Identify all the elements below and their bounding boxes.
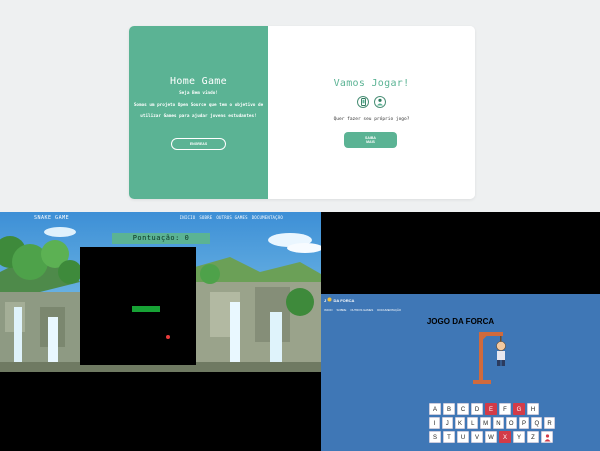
- key-w[interactable]: W: [485, 431, 497, 443]
- key-f[interactable]: F: [499, 403, 511, 415]
- snake-game-board[interactable]: [80, 247, 196, 365]
- hangman-logo[interactable]: J DA FORCA: [324, 297, 354, 303]
- hangman-nav-home[interactable]: INICIO: [324, 308, 333, 312]
- snake-nav-other-games[interactable]: OUTROS GAMES: [216, 215, 247, 220]
- key-z[interactable]: Z: [527, 431, 539, 443]
- food-apple: [166, 335, 170, 339]
- own-game-question: Quer fazer seu próprio jogo?: [333, 117, 410, 122]
- hangman-nav-other-games[interactable]: OUTROS GAMES: [350, 308, 373, 312]
- key-q[interactable]: Q: [531, 417, 543, 429]
- key-l[interactable]: L: [467, 417, 479, 429]
- key-u[interactable]: U: [457, 431, 469, 443]
- hangman-title: JOGO DA FORCA: [426, 317, 495, 326]
- home-game-page: Home Game Seja Bem vindo! Somos um proje…: [0, 0, 600, 212]
- snake-nav-docs[interactable]: DOCUMENTAÇÃO: [252, 215, 283, 220]
- hangman-logo-text: DA FORCA: [333, 298, 355, 303]
- snake-nav-home[interactable]: INICIO: [180, 215, 196, 220]
- key-v[interactable]: V: [471, 431, 483, 443]
- key-o[interactable]: O: [505, 417, 517, 429]
- key-c[interactable]: C: [457, 403, 469, 415]
- key-i[interactable]: I: [429, 417, 440, 429]
- key-t[interactable]: T: [443, 431, 455, 443]
- key-y[interactable]: Y: [513, 431, 525, 443]
- key-d[interactable]: D: [471, 403, 483, 415]
- hangman-page: J DA FORCA INICIO SOBRE OUTROS GAMES DOC…: [321, 294, 600, 451]
- key-r[interactable]: R: [544, 417, 555, 429]
- person-icon[interactable]: [374, 96, 386, 108]
- snake-nav-about[interactable]: SOBRE: [199, 215, 212, 220]
- logo-circle-icon: [327, 297, 332, 302]
- lets-play-title: Vamos Jogar!: [333, 78, 410, 89]
- snake-brand[interactable]: SNAKE GAME: [34, 215, 69, 221]
- key-x[interactable]: X: [499, 431, 511, 443]
- phone-icon[interactable]: [357, 96, 369, 108]
- keyboard-row: I J K L M N O P Q R: [429, 417, 555, 429]
- key-b[interactable]: B: [443, 403, 455, 415]
- key-n[interactable]: N: [492, 417, 504, 429]
- gallows-illustration: [473, 332, 506, 384]
- learn-more-line2: MAIS: [366, 140, 375, 144]
- person-key-icon[interactable]: [541, 431, 553, 443]
- snake-game-window: SNAKE GAME INICIO SOBRE OUTROS GAMES DOC…: [0, 212, 321, 451]
- key-a[interactable]: A: [429, 403, 441, 415]
- snake-nav-links: INICIO SOBRE OUTROS GAMES DOCUMENTAÇÃO: [180, 215, 283, 220]
- score-value: 0: [184, 234, 190, 242]
- score-label: Pontuação:: [132, 234, 180, 242]
- hero-title: Home Game: [170, 76, 227, 87]
- key-h[interactable]: H: [527, 403, 539, 415]
- snake-navbar: SNAKE GAME INICIO SOBRE OUTROS GAMES DOC…: [0, 212, 321, 224]
- hangman-nav-links: INICIO SOBRE OUTROS GAMES DOCUMENTAÇÃO: [324, 308, 401, 312]
- snake: [132, 306, 160, 312]
- learn-more-button[interactable]: SAIBA MAIS: [344, 132, 397, 148]
- hangman-game-window: J DA FORCA INICIO SOBRE OUTROS GAMES DOC…: [321, 212, 600, 451]
- key-p[interactable]: P: [518, 417, 530, 429]
- key-s[interactable]: S: [429, 431, 441, 443]
- hero-left-panel: Home Game Seja Bem vindo! Somos um proje…: [129, 26, 268, 199]
- hero-right-panel: Vamos Jogar! Quer fazer seu próprio jogo…: [268, 26, 475, 199]
- key-j[interactable]: J: [441, 417, 453, 429]
- enter-button[interactable]: ENGREAS: [171, 138, 226, 150]
- hangman-nav-about[interactable]: SOBRE: [337, 308, 347, 312]
- hero-description: Somos um projeto Open Source que tem o o…: [133, 103, 264, 119]
- keyboard-row: A B C D E F G H: [429, 403, 555, 415]
- hangman-nav-docs[interactable]: DOCUMENTAÇÃO: [377, 308, 401, 312]
- hangman-logo-letter: J: [324, 298, 327, 303]
- key-k[interactable]: K: [454, 417, 466, 429]
- score-display: Pontuação: 0: [112, 233, 210, 244]
- key-e[interactable]: E: [485, 403, 497, 415]
- game-icons: [268, 96, 475, 108]
- hero-card: Home Game Seja Bem vindo! Somos um proje…: [129, 26, 475, 199]
- key-m[interactable]: M: [480, 417, 491, 429]
- letter-keyboard: A B C D E F G H I J K L M N O P Q R S T …: [429, 403, 555, 445]
- keyboard-row: S T U V W X Y Z: [429, 431, 555, 443]
- key-g[interactable]: G: [513, 403, 525, 415]
- hero-welcome: Seja Bem vindo!: [179, 91, 218, 96]
